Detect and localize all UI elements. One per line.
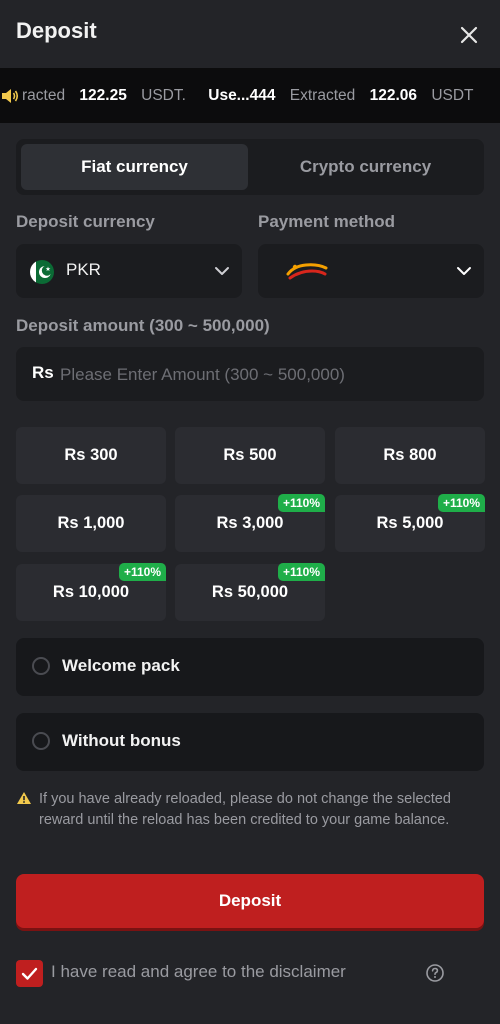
header: Deposit: [0, 0, 500, 68]
deposit-button[interactable]: Deposit: [16, 874, 484, 928]
ticker-item: 122.06: [369, 87, 417, 104]
chevron-down-icon: [214, 264, 230, 278]
bonus-option-label: Welcome pack: [62, 656, 180, 675]
deposit-currency-label: Deposit currency: [16, 212, 155, 231]
radio-button[interactable]: [32, 732, 50, 750]
preset-amount-label: Rs 500: [223, 446, 277, 464]
preset-amount-button[interactable]: Rs 500: [175, 427, 325, 484]
ticker-track: racted 122.25 USDT. Use...444 Extracted …: [22, 86, 474, 106]
bonus-badge: +110%: [118, 563, 166, 581]
page-title: Deposit: [16, 18, 97, 43]
pakistan-flag-icon: [30, 260, 54, 284]
ticker-item: Use...444: [208, 87, 276, 104]
ticker-item: racted: [22, 87, 66, 104]
deposit-currency-value: PKR: [66, 260, 101, 279]
help-icon[interactable]: [425, 963, 445, 983]
jazzcash-logo: [286, 258, 328, 284]
disclaimer-checkbox[interactable]: [16, 960, 43, 987]
preset-amount-button[interactable]: Rs 5,000 +110%: [335, 494, 485, 552]
bonus-badge: +110%: [277, 494, 325, 512]
speaker-icon: [0, 86, 20, 106]
bonus-option-label: Without bonus: [62, 731, 181, 750]
ticker-item: USDT.: [141, 87, 186, 104]
reload-warning-text: If you have already reloaded, please do …: [39, 791, 451, 828]
amount-input[interactable]: [58, 358, 472, 392]
close-icon[interactable]: [452, 18, 486, 52]
preset-amount-button[interactable]: Rs 10,000 +110%: [16, 563, 166, 621]
preset-amount-button[interactable]: Rs 1,000: [16, 495, 166, 552]
bonus-option-welcome-pack[interactable]: Welcome pack: [16, 638, 484, 696]
preset-amount-button[interactable]: Rs 800: [335, 427, 485, 484]
chevron-down-icon: [456, 264, 472, 278]
bonus-option-without-bonus[interactable]: Without bonus: [16, 713, 484, 771]
ticker-item: 122.25: [79, 87, 127, 104]
preset-amount-button[interactable]: Rs 300: [16, 427, 166, 484]
currency-type-toggle: Fiat currency Crypto currency: [16, 139, 484, 195]
withdrawal-ticker: racted 122.25 USDT. Use...444 Extracted …: [0, 68, 500, 123]
preset-amount-label: Rs 800: [383, 446, 437, 464]
tab-fiat-currency[interactable]: Fiat currency: [21, 144, 248, 190]
deposit-currency-select[interactable]: PKR: [16, 244, 242, 298]
ticker-item: Extracted: [289, 87, 356, 104]
warning-icon: [16, 791, 32, 805]
preset-amount-label: Rs 1,000: [57, 514, 125, 532]
payment-method-select[interactable]: [258, 244, 484, 298]
currency-prefix: Rs: [32, 363, 54, 382]
preset-amount-button[interactable]: Rs 50,000 +110%: [175, 563, 325, 621]
payment-method-label: Payment method: [258, 212, 395, 231]
deposit-amount-label: Deposit amount (300 ~ 500,000): [16, 316, 270, 335]
ticker-item: USDT: [431, 87, 474, 104]
tab-crypto-currency[interactable]: Crypto currency: [252, 144, 479, 190]
disclaimer-label: I have read and agree to the disclaimer: [51, 962, 346, 981]
bonus-badge: +110%: [437, 494, 485, 512]
amount-field-wrapper: Rs: [16, 347, 484, 401]
bonus-badge: +110%: [277, 563, 325, 581]
preset-amount-label: Rs 300: [64, 446, 118, 464]
radio-button[interactable]: [32, 657, 50, 675]
preset-amount-button[interactable]: Rs 3,000 +110%: [175, 494, 325, 552]
